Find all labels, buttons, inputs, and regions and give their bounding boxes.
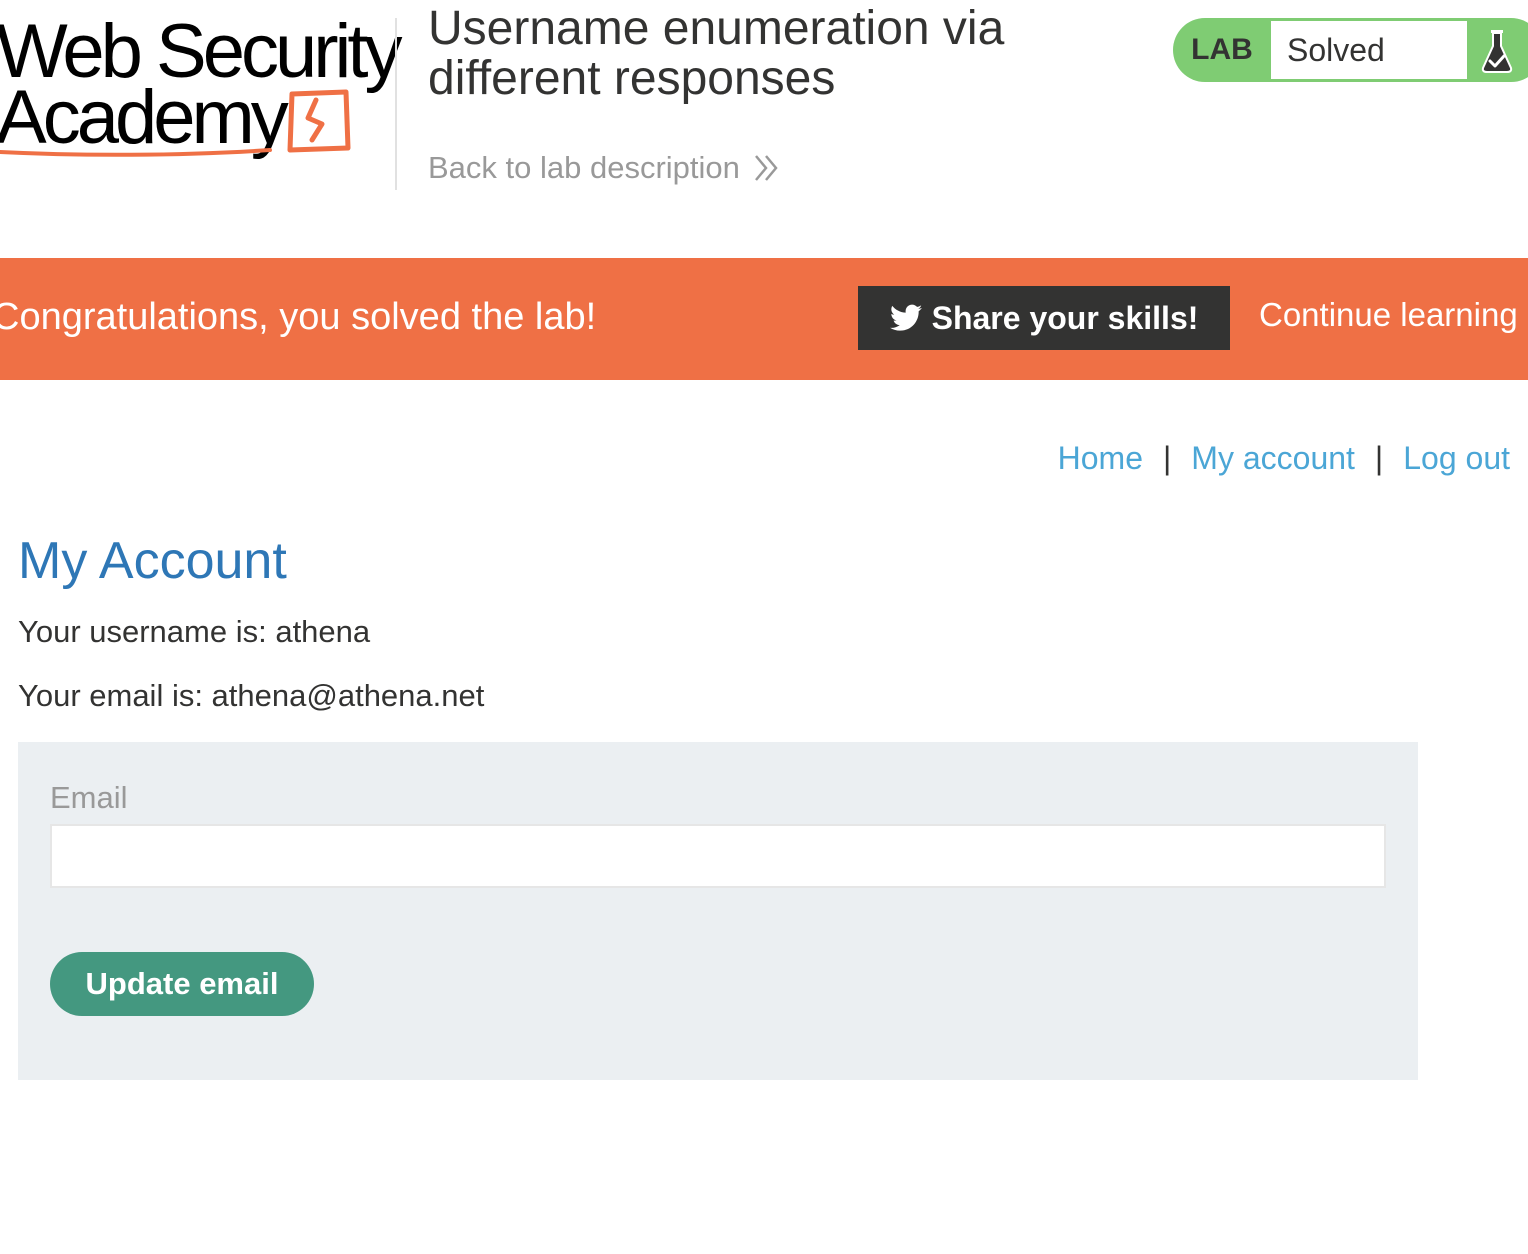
nav-separator: |: [1162, 440, 1172, 476]
share-skills-button[interactable]: Share your skills!: [858, 286, 1230, 350]
header-divider: [395, 18, 397, 190]
academy-logo-mark-icon: [287, 89, 351, 153]
email-text: Your email is: athena@athena.net: [18, 678, 485, 713]
nav-home-link[interactable]: Home: [1058, 440, 1143, 477]
flask-icon: [1481, 30, 1513, 73]
solved-banner: Congratulations, you solved the lab! Sha…: [0, 258, 1528, 380]
lab-status-box: Solved: [1271, 21, 1467, 79]
top-nav: Home | My account | Log out: [1058, 440, 1510, 477]
email-input[interactable]: [50, 824, 1386, 888]
email-field-label: Email: [50, 780, 128, 815]
nav-separator: |: [1374, 440, 1384, 476]
congratulations-message: Congratulations, you solved the lab!: [0, 296, 597, 338]
username-text: Your username is: athena: [18, 614, 371, 649]
lab-badge: LAB: [1191, 33, 1253, 66]
lab-status-widget: LAB Solved: [1173, 18, 1528, 82]
back-link-label: Back to lab description: [428, 150, 740, 185]
page-title: My Account: [18, 532, 287, 590]
nav-log-out-link[interactable]: Log out: [1403, 440, 1510, 477]
lab-title: Username enumeration via different respo…: [428, 2, 1005, 105]
web-security-academy-logo[interactable]: Web Security Academy: [0, 14, 403, 164]
continue-learning-label: Continue learning: [1259, 296, 1518, 333]
double-chevron-right-icon: [754, 155, 778, 181]
continue-learning-link[interactable]: Continue learning: [1259, 296, 1528, 334]
logo-text-line2: Academy: [0, 75, 289, 160]
change-email-form: Email Update email: [18, 742, 1418, 1080]
back-to-lab-description-link[interactable]: Back to lab description: [428, 150, 780, 186]
nav-my-account-link[interactable]: My account: [1191, 440, 1355, 477]
share-skills-label: Share your skills!: [931, 299, 1199, 336]
twitter-icon: [889, 304, 922, 331]
update-email-button[interactable]: Update email: [50, 952, 314, 1016]
lab-status-text: Solved: [1287, 32, 1385, 68]
logo-underline: [0, 148, 272, 157]
